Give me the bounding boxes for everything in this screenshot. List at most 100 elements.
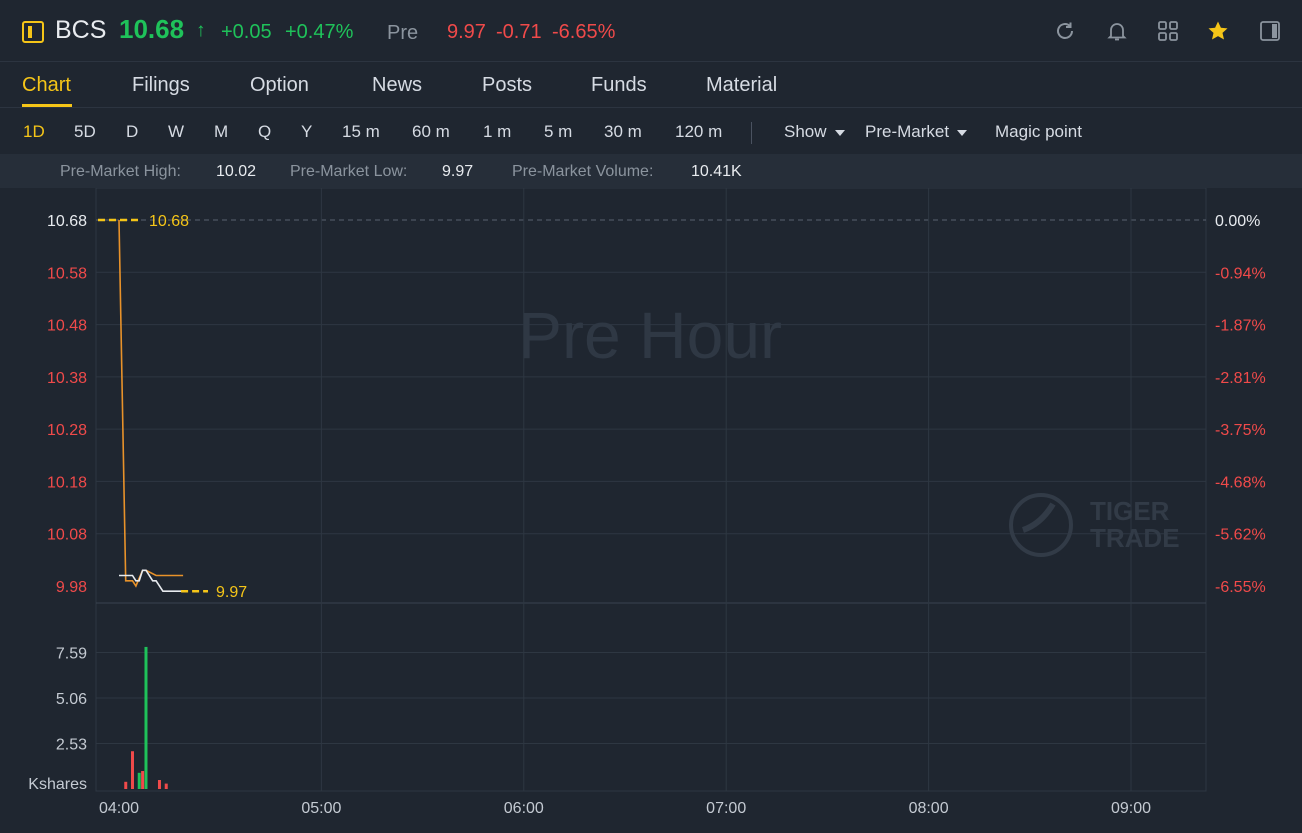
intraday-chart[interactable]: Pre Hour TIGER TRADE 10.68 10.58 10.48 10.3… [0, 188, 1302, 833]
percent-tick-label: -6.55% [1215, 579, 1266, 596]
volume-bar [164, 783, 168, 789]
tiger-trade-logo: TIGER TRADE [1009, 493, 1180, 557]
period-toolbar: 1D 5D D W M Q Y 15 m 60 m 1 m 5 m 30 m 1… [0, 108, 1302, 154]
pre-market-low-value: 9.97 [442, 163, 474, 180]
volume-bar [130, 751, 134, 789]
price-tick-label: 10.38 [47, 370, 87, 387]
period-120m[interactable]: 120 m [675, 122, 722, 142]
low-marker-label: 9.97 [216, 584, 247, 601]
price-tick-label: 10.08 [47, 527, 87, 544]
period-15m[interactable]: 15 m [342, 122, 380, 142]
volume-unit-label: Kshares [28, 776, 87, 793]
price-tick-label: 10.28 [47, 422, 87, 439]
pre-market-high-label: Pre-Market High: [60, 163, 181, 180]
price-tick-label: 10.68 [47, 213, 87, 230]
tab-filings[interactable]: Filings [132, 74, 190, 97]
percent-tick-label: -5.62% [1215, 527, 1266, 544]
price-tick-label: 10.48 [47, 318, 87, 335]
period-5m[interactable]: 5 m [544, 122, 572, 142]
show-dropdown-label: Show [784, 122, 827, 141]
grid-icon[interactable] [1156, 19, 1180, 43]
time-tick-label: 04:00 [99, 800, 139, 817]
period-y[interactable]: Y [301, 122, 312, 142]
volume-bar [141, 771, 145, 789]
pre-market-price: 9.97 [447, 21, 486, 43]
quote-header: BCS 10.68 ↑ +0.05 +0.47% Pre 9.97 -0.71 … [0, 0, 1302, 62]
time-tick-label: 07:00 [706, 800, 746, 817]
pre-market-high-value: 10.02 [216, 163, 257, 180]
volume-tick-label: 5.06 [56, 691, 87, 708]
magic-point-button[interactable]: Magic point [995, 122, 1082, 142]
watchlist-toggle-icon[interactable] [22, 21, 44, 43]
ticker-symbol: BCS [55, 16, 107, 44]
star-icon[interactable] [1206, 19, 1230, 43]
price-tick-label: 10.18 [47, 474, 87, 491]
pre-market-volume-value: 10.41K [691, 163, 742, 180]
brand-watermark-line2: TRADE [1090, 523, 1180, 553]
pre-market-label: Pre [387, 22, 419, 44]
time-tick-label: 09:00 [1111, 800, 1151, 817]
session-dropdown-label: Pre-Market [865, 122, 950, 141]
plot-frame [95, 188, 1207, 792]
percent-tick-label: -2.81% [1215, 370, 1266, 387]
average-price-line [118, 219, 184, 588]
session-dropdown[interactable]: Pre-Market [865, 122, 968, 142]
percent-axis: 0.00% -0.94% -1.87% -2.81% -3.75% -4.68% -5.62… [1215, 213, 1266, 596]
bell-icon[interactable] [1105, 19, 1129, 43]
period-m[interactable]: M [214, 122, 228, 142]
tab-option[interactable]: Option [250, 74, 309, 97]
period-5d[interactable]: 5D [74, 122, 96, 142]
toolbar-divider [751, 122, 752, 144]
percent-tick-label: -3.75% [1215, 422, 1266, 439]
active-tab-indicator [22, 104, 72, 107]
percent-tick-label: 0.00% [1215, 213, 1260, 230]
price-change-percent: +0.47% [285, 21, 354, 43]
period-30m[interactable]: 30 m [604, 122, 642, 142]
tab-funds[interactable]: Funds [591, 74, 647, 97]
volume-bar [157, 780, 161, 789]
detail-tabs: Chart Filings Option News Posts Funds Ma… [0, 62, 1302, 108]
caret-down-icon [957, 129, 968, 136]
volume-bars [124, 646, 168, 789]
high-marker-label: 10.68 [149, 213, 189, 230]
volume-tick-label: 2.53 [56, 737, 87, 754]
caret-down-icon [834, 129, 845, 136]
period-1d[interactable]: 1D [23, 122, 45, 142]
volume-tick-label: 7.59 [56, 646, 87, 663]
tab-news[interactable]: News [372, 74, 422, 97]
price-lines [118, 219, 184, 593]
percent-tick-label: -0.94% [1215, 265, 1266, 282]
tab-posts[interactable]: Posts [482, 74, 532, 97]
pre-market-change-percent: -6.65% [552, 21, 616, 43]
percent-tick-label: -1.87% [1215, 318, 1266, 335]
volume-bar [137, 772, 141, 789]
time-tick-label: 05:00 [301, 800, 341, 817]
panel-icon[interactable] [1258, 19, 1282, 43]
time-tick-label: 06:00 [504, 800, 544, 817]
period-w[interactable]: W [168, 122, 184, 142]
last-price: 10.68 [119, 14, 185, 44]
tab-material[interactable]: Material [706, 74, 777, 97]
price-change: +0.05 [221, 21, 272, 43]
show-dropdown[interactable]: Show [784, 122, 845, 142]
volume-bar [124, 781, 128, 789]
period-60m[interactable]: 60 m [412, 122, 450, 142]
brand-watermark-line1: TIGER [1090, 496, 1170, 526]
percent-tick-label: -4.68% [1215, 474, 1266, 491]
time-axis: 04:00 05:00 06:00 07:00 08:00 09:00 [99, 800, 1151, 817]
pre-market-low-label: Pre-Market Low: [290, 163, 408, 180]
price-tick-label: 9.98 [56, 579, 87, 596]
price-tick-label: 10.58 [47, 265, 87, 282]
price-axis: 10.68 10.58 10.48 10.38 10.28 10.18 10.08 9.98 [47, 213, 87, 596]
arrow-up-icon: ↑ [196, 20, 206, 41]
pre-market-stats: Pre-Market High: 10.02 Pre-Market Low: 9… [0, 154, 1302, 188]
period-q[interactable]: Q [258, 122, 271, 142]
pre-market-change: -0.71 [496, 21, 542, 43]
chart-grid [95, 188, 1207, 792]
pre-market-volume-label: Pre-Market Volume: [512, 163, 654, 180]
refresh-icon[interactable] [1053, 19, 1077, 43]
tab-chart[interactable]: Chart [22, 74, 71, 97]
period-1m[interactable]: 1 m [483, 122, 511, 142]
period-d[interactable]: D [126, 122, 138, 142]
volume-bar [144, 646, 148, 789]
